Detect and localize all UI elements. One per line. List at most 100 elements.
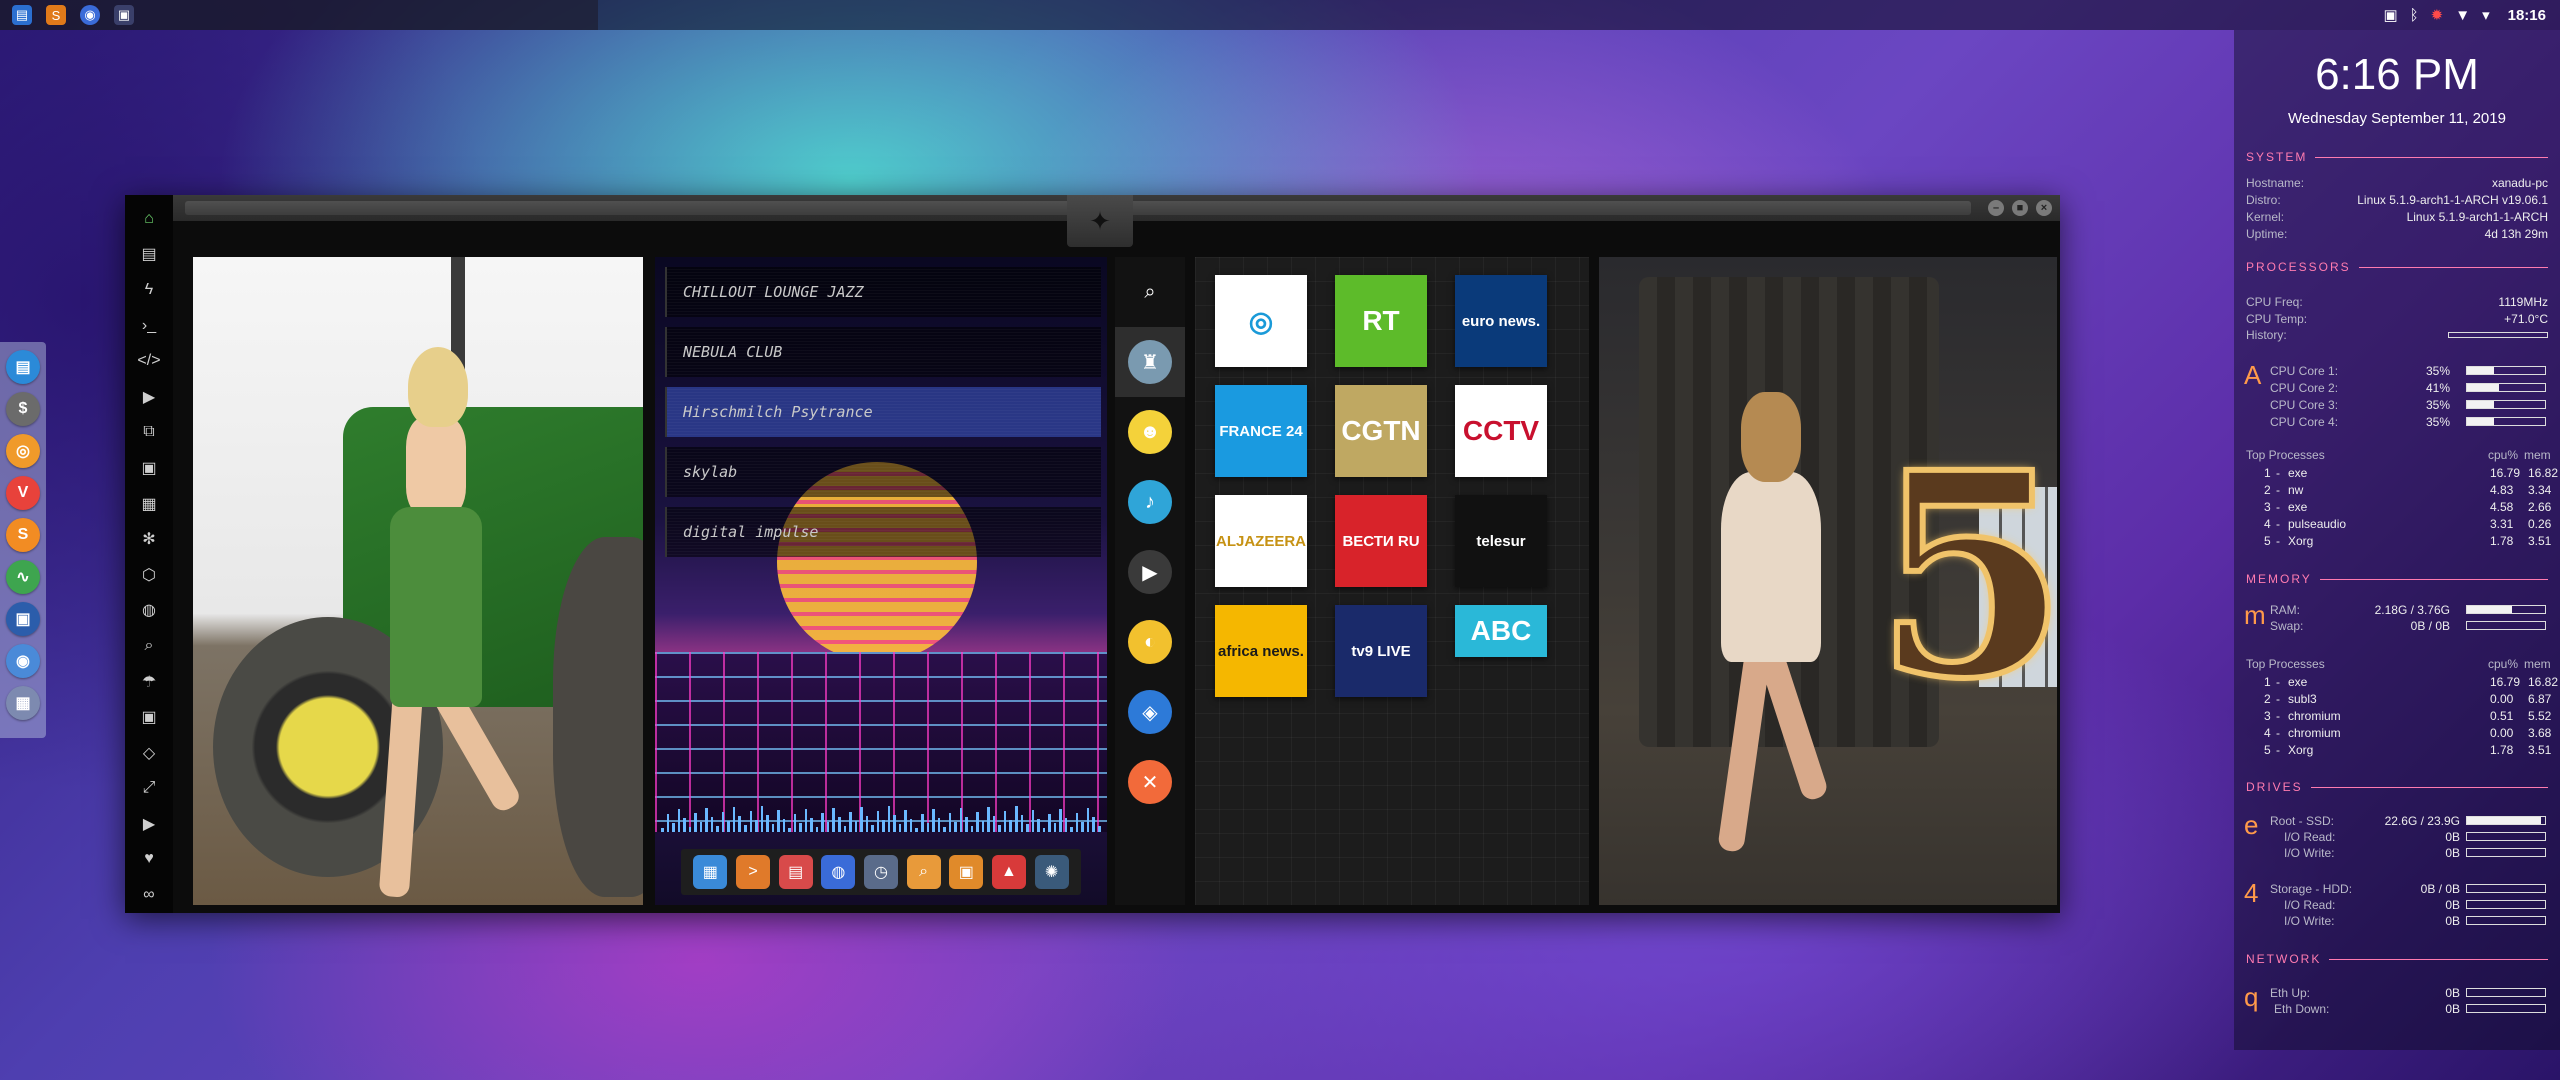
search-icon[interactable]: ⌕: [906, 855, 941, 889]
minimize-button[interactable]: –: [1988, 200, 2004, 216]
station-item[interactable]: digital impulse: [665, 507, 1101, 557]
image-icon[interactable]: ▣: [125, 450, 173, 486]
infinity-icon[interactable]: ∞: [125, 877, 173, 913]
channel-abc[interactable]: ABC: [1455, 605, 1547, 657]
station-item[interactable]: NEBULA CLUB: [665, 327, 1101, 377]
expand-icon[interactable]: ⤢: [125, 771, 173, 807]
system-row-value: Linux 5.1.9-arch1-1-ARCH v19.06.1: [2357, 193, 2548, 207]
visualizer-bar: [1048, 814, 1051, 832]
cpu-core-bar: [2466, 383, 2546, 392]
storage-drive-value: 0B / 0B: [2420, 882, 2460, 896]
dock-apps-icon[interactable]: ▦: [6, 686, 40, 720]
bluetooth-icon[interactable]: ᛒ: [2410, 7, 2419, 24]
category-restaurant[interactable]: ✕: [1115, 747, 1185, 817]
conky-date: Wednesday September 11, 2019: [2288, 110, 2506, 127]
station-item[interactable]: Hirschmilch Psytrance: [665, 387, 1101, 437]
code-icon[interactable]: </>: [125, 343, 173, 379]
category-search[interactable]: ⌕: [1115, 257, 1185, 327]
visualizer-bar: [898, 824, 902, 832]
category-headphones[interactable]: ◐: [1115, 607, 1185, 677]
terminal-icon[interactable]: ▣: [114, 5, 134, 25]
channel-telesur[interactable]: telesur: [1455, 495, 1547, 587]
storage-read-row: I/O Read: 0B: [2284, 898, 2460, 912]
system-row-label: Kernel:: [2246, 210, 2285, 224]
dock-sublime-icon[interactable]: S: [6, 518, 40, 552]
settings-icon[interactable]: ✺: [1034, 855, 1069, 889]
youtube-icon[interactable]: ▶: [125, 806, 173, 842]
category-movie[interactable]: ▶: [1115, 537, 1185, 607]
dock-screen-icon[interactable]: ▣: [6, 602, 40, 636]
channel-euronews[interactable]: euro news.: [1455, 275, 1547, 367]
category-map[interactable]: ◈: [1115, 677, 1185, 747]
system-row-value: 4d 13h 29m: [2484, 227, 2548, 241]
process-name: nw: [2288, 483, 2304, 497]
globe-icon[interactable]: ◍: [821, 855, 856, 889]
hexagon-icon[interactable]: ⬡: [125, 557, 173, 593]
channel-tv9[interactable]: tv9 LIVE: [1335, 605, 1427, 697]
channel-ocean-channel[interactable]: ◎: [1215, 275, 1307, 367]
search-icon[interactable]: ⌕: [125, 628, 173, 664]
channel-aljazeera[interactable]: ALJAZEERA: [1215, 495, 1307, 587]
channel-france24[interactable]: FRANCE 24: [1215, 385, 1307, 477]
swap-value: 0B / 0B: [2410, 619, 2450, 633]
channel-rt[interactable]: RT: [1335, 275, 1427, 367]
image-viewer-icon[interactable]: ▣: [949, 855, 984, 889]
heart-icon[interactable]: ♥: [125, 842, 173, 878]
cpu-core-bar-fill: [2467, 401, 2495, 408]
channel-vesti-ru[interactable]: ВЕСТИ RU: [1335, 495, 1427, 587]
process-mem: 3.51: [2528, 743, 2552, 757]
category-radio-tower[interactable]: ♜: [1115, 327, 1185, 397]
eth-up-label: Eth Up:: [2270, 986, 2311, 1000]
files-icon[interactable]: ▤: [12, 5, 32, 25]
visualizer-bar: [1020, 815, 1024, 832]
network-icon[interactable]: ▼: [2455, 7, 2470, 24]
terminal-icon[interactable]: >: [735, 855, 770, 889]
terminal-icon[interactable]: ›_: [125, 308, 173, 344]
map-icon: ◈: [1128, 690, 1172, 734]
font-icon[interactable]: ▲: [991, 855, 1026, 889]
bug-icon[interactable]: ✹: [2431, 6, 2444, 24]
system-row-value: xanadu-pc: [2491, 176, 2548, 190]
station-item[interactable]: CHILLOUT LOUNGE JAZZ: [665, 267, 1101, 317]
copy-icon[interactable]: ⧉: [125, 415, 173, 451]
aperture-icon[interactable]: ✻: [125, 521, 173, 557]
contact-icon[interactable]: ▣: [125, 699, 173, 735]
process-name: chromium: [2288, 709, 2341, 723]
panel-clock[interactable]: 18:16: [2508, 7, 2546, 24]
brackets-icon[interactable]: ◇: [125, 735, 173, 771]
dock-ubuntu-icon[interactable]: ◎: [6, 434, 40, 468]
chromium-icon[interactable]: ◉: [80, 5, 100, 25]
root-write-bar: [2466, 848, 2546, 857]
dropdown-arrow-icon[interactable]: ▾: [2482, 6, 2490, 24]
play-icon[interactable]: ▶: [125, 379, 173, 415]
clock-icon[interactable]: ◷: [863, 855, 898, 889]
dock-files-icon[interactable]: ▤: [6, 350, 40, 384]
sublime-text-icon[interactable]: S: [46, 5, 66, 25]
visualizer-bar: [932, 809, 935, 832]
channel-africanews[interactable]: africa news.: [1215, 605, 1307, 697]
news-icon[interactable]: ▦: [125, 486, 173, 522]
bolt-icon[interactable]: ϟ: [125, 272, 173, 308]
process-cpu: 16.79: [2490, 466, 2521, 480]
dock-monitor-icon[interactable]: ∿: [6, 560, 40, 594]
umbrella-icon[interactable]: ☂: [125, 664, 173, 700]
dock-chromium-icon[interactable]: ◉: [6, 644, 40, 678]
cpu-core-value: 41%: [2425, 381, 2450, 395]
document-icon[interactable]: ▤: [125, 237, 173, 273]
category-pikachu[interactable]: ☻: [1115, 397, 1185, 467]
dock-money-icon[interactable]: $: [6, 392, 40, 426]
calculator-icon[interactable]: ▦: [693, 855, 728, 889]
calendar-icon[interactable]: ▤: [778, 855, 813, 889]
home-icon[interactable]: ⌂: [125, 201, 173, 237]
screenshot-icon[interactable]: ▣: [2383, 6, 2397, 24]
maximize-button[interactable]: ■: [2012, 200, 2028, 216]
channel-cgtn[interactable]: CGTN: [1335, 385, 1427, 477]
category-cloud-music[interactable]: ♪: [1115, 467, 1185, 537]
close-button[interactable]: ×: [2036, 200, 2052, 216]
globe-icon[interactable]: ◍: [125, 593, 173, 629]
dock-vivaldi-icon[interactable]: V: [6, 476, 40, 510]
channel-cctv[interactable]: CCTV: [1455, 385, 1547, 477]
process-cpu: 1.78: [2490, 534, 2514, 548]
station-item[interactable]: skylab: [665, 447, 1101, 497]
visualizer-bar: [838, 817, 841, 832]
